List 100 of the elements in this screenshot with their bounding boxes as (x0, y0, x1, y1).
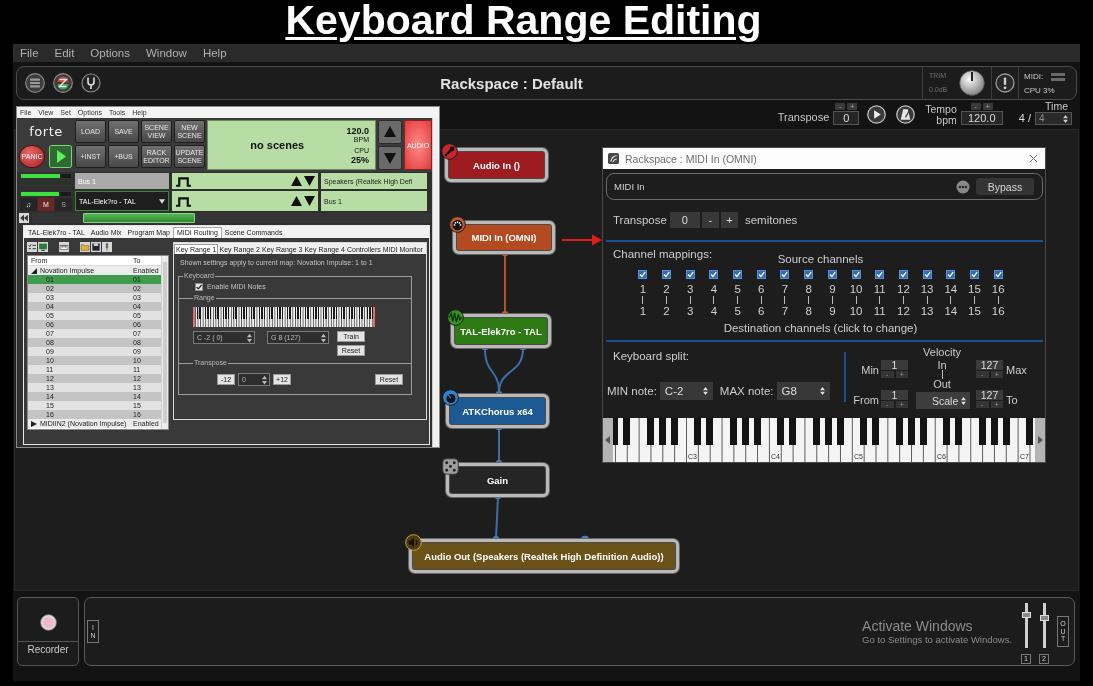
channel-checkbox[interactable] (969, 270, 979, 279)
min-note-dropdown[interactable]: C-2 (659, 382, 713, 400)
close-icon[interactable] (1029, 154, 1038, 163)
fader-thumb[interactable] (1021, 612, 1031, 619)
destination-channel-number[interactable]: 3 (687, 305, 694, 317)
channel-checkbox[interactable] (946, 270, 956, 279)
rewind-icon[interactable] (19, 212, 29, 223)
more-icon[interactable] (956, 179, 970, 194)
destination-channel-number[interactable]: 2 (663, 305, 670, 317)
plugin-node[interactable]: Gain (446, 463, 549, 497)
piano-keyboard[interactable] (193, 307, 375, 327)
destination-channel-number[interactable]: 6 (758, 305, 765, 317)
scroll-right-icon[interactable] (1035, 418, 1045, 462)
tempo-field[interactable]: 120.0 (960, 111, 1003, 125)
destination-channel-number[interactable]: 16 (991, 305, 1005, 317)
velocity-field[interactable]: 1 (881, 360, 908, 370)
fader-thumb[interactable] (1039, 615, 1049, 622)
expand-triangle-icon[interactable] (31, 267, 37, 274)
probe-icon[interactable] (102, 242, 112, 252)
record-icon[interactable] (39, 614, 57, 631)
down-triangle-icon[interactable] (304, 196, 315, 206)
menu-item[interactable]: Help (202, 46, 227, 60)
alert-icon[interactable] (995, 73, 1015, 93)
app-logo: forte (29, 124, 63, 139)
metronome-icon[interactable] (896, 105, 916, 124)
menu-item[interactable]: Window (146, 46, 187, 60)
scrollbar-thumb[interactable] (83, 212, 195, 223)
destination-channel-number[interactable]: 10 (849, 305, 863, 317)
destination-channel-number[interactable]: 9 (829, 305, 836, 317)
velocity-field[interactable]: 127 (976, 360, 1003, 370)
scrollbar-track[interactable] (32, 212, 430, 223)
decrement-button[interactable]: - (701, 212, 719, 228)
plugin-node[interactable]: ATKChorus x64 (446, 394, 549, 428)
channel-checkbox[interactable] (662, 270, 672, 279)
source-channel-number: 14 (944, 283, 958, 295)
transpose-field[interactable]: 0 (833, 111, 860, 125)
destination-channel-number[interactable]: 11 (873, 305, 886, 317)
destination-channel-number[interactable]: 1 (639, 305, 647, 317)
destination-channel-number[interactable]: 13 (920, 305, 934, 317)
channel-checkbox[interactable] (638, 270, 648, 279)
menu-item[interactable]: File (20, 46, 39, 60)
checklist-icon[interactable] (27, 242, 37, 252)
max-note-dropdown[interactable]: G8 (776, 382, 830, 400)
cpu-reading: CPU 3% (1024, 86, 1056, 95)
floppy-disk-icon[interactable] (91, 242, 101, 252)
increment-button[interactable]: + (720, 212, 738, 228)
plugin-node[interactable]: MIDI In (OMNI) (453, 221, 555, 254)
scrollbar-track[interactable] (432, 118, 439, 447)
pointer-arrow (561, 234, 602, 246)
down-triangle-icon[interactable] (304, 176, 315, 186)
updown-arrows-icon (961, 396, 966, 405)
channel-checkbox[interactable] (851, 270, 861, 279)
destination-channel-number[interactable]: 5 (734, 305, 741, 317)
transpose-field[interactable]: 0 (669, 212, 700, 228)
keys-tile-icon[interactable] (59, 242, 69, 252)
destination-channel-number[interactable]: 15 (968, 305, 981, 317)
destination-channel-number[interactable]: 7 (781, 305, 789, 317)
tuning-fork-icon[interactable] (81, 73, 101, 93)
channel-checkbox[interactable] (922, 270, 932, 279)
channel-checkbox[interactable] (804, 270, 814, 279)
plugin-node[interactable]: Audio In () (445, 148, 548, 182)
up-triangle-icon[interactable] (291, 176, 302, 186)
play-icon[interactable] (867, 105, 887, 124)
destination-channel-number[interactable]: 12 (897, 305, 910, 317)
expand-triangle-icon[interactable] (31, 420, 37, 427)
knob-icon (442, 389, 459, 406)
checkbox[interactable] (195, 282, 203, 291)
bypass-button[interactable]: Bypass (976, 178, 1034, 195)
velocity-mode-dropdown[interactable]: Scale (916, 392, 970, 409)
destination-channel-number[interactable]: 14 (944, 305, 958, 317)
scrollbar-track[interactable] (161, 256, 168, 429)
channel-checkbox[interactable] (709, 270, 719, 279)
cpu-value: 25% (351, 154, 369, 165)
destination-channel-number[interactable]: 8 (805, 305, 812, 317)
channel-checkbox[interactable] (898, 270, 908, 279)
source-channel-number: 12 (897, 283, 910, 295)
scroll-left-icon[interactable] (603, 418, 613, 462)
plugin-node[interactable]: Audio Out (Speakers (Realtek High Definition Audio)) (409, 539, 679, 573)
channel-checkbox[interactable] (827, 270, 837, 279)
time-denominator-dropdown[interactable]: 4 (1035, 112, 1072, 125)
menu-item[interactable]: Options (90, 46, 130, 60)
channel-checkbox[interactable] (733, 270, 743, 279)
channel-checkbox[interactable] (875, 270, 885, 279)
scrollbar-thumb[interactable] (163, 262, 167, 423)
list-icon[interactable] (25, 73, 45, 93)
channel-checkbox[interactable] (993, 270, 1003, 279)
channel-checkbox[interactable] (756, 270, 766, 279)
zigzag-disc-icon[interactable] (53, 73, 73, 93)
play-icon[interactable] (48, 145, 72, 168)
plugin-node[interactable]: TAL-Elek7ro - TAL (451, 314, 551, 348)
up-triangle-icon[interactable] (291, 196, 302, 206)
destination-channel-number[interactable]: 4 (710, 305, 718, 317)
velocity-field[interactable]: 127 (976, 390, 1003, 400)
knob-icon[interactable] (959, 70, 985, 96)
monitor-icon[interactable] (38, 242, 48, 252)
menu-item[interactable]: Edit (54, 46, 75, 60)
channel-checkbox[interactable] (780, 270, 790, 279)
velocity-field[interactable]: 1 (881, 390, 908, 400)
pulse-icon (175, 195, 192, 207)
channel-checkbox[interactable] (685, 270, 695, 279)
